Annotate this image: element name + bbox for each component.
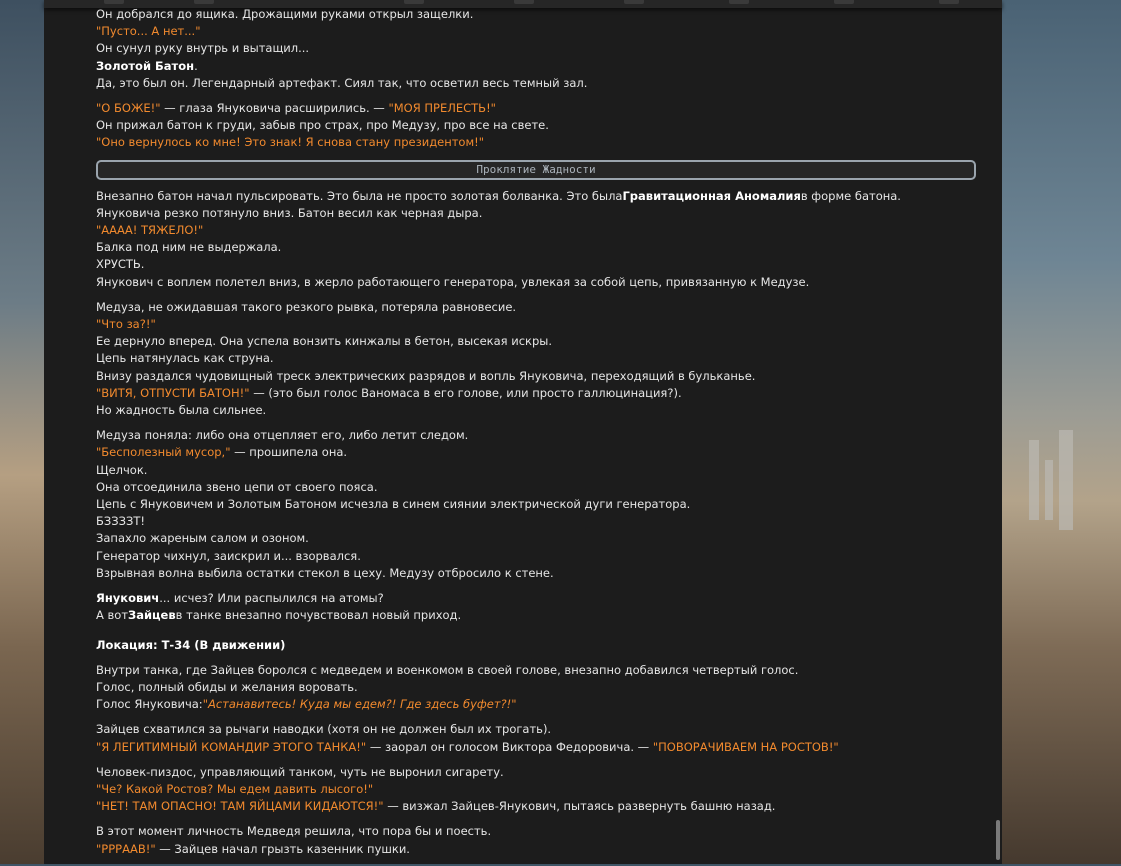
text-fragment: в танке внезапно почувствовал новый прих… xyxy=(175,608,462,623)
paragraph: Внутри танка, где Зайцев боролся с медве… xyxy=(96,662,976,714)
text-line: "О БОЖЕ!" — глаза Януковича расширились.… xyxy=(96,100,976,117)
text-line: Янукович с воплем полетел вниз, в жерло … xyxy=(96,274,810,289)
quote-line: "Что за?!" xyxy=(96,317,156,332)
text-fragment: А вот xyxy=(96,608,129,623)
background-right xyxy=(1001,0,1121,864)
text-line: Медуза поняла: либо она отцепляет его, л… xyxy=(96,428,469,443)
paragraph: Янукович... исчез? Или распылился на ато… xyxy=(96,590,976,624)
bold-text: Золотой Батон xyxy=(96,58,195,73)
text-line: Генератор чихнул, заискрил и... взорвалс… xyxy=(96,548,361,563)
text-line: Золотой Батон. xyxy=(96,58,976,75)
background-ruin xyxy=(1045,460,1053,520)
text-fragment: в форме батона. xyxy=(800,188,901,203)
quote: "ПОВОРАЧИВАЕМ НА РОСТОВ!" xyxy=(652,739,839,754)
story-panel: Он добрался до ящика. Дрожащими руками о… xyxy=(44,0,1002,864)
text-line: Он прижал батон к груди, забыв про страх… xyxy=(96,118,549,133)
text-line: Внутри танка, где Зайцев боролся с медве… xyxy=(96,662,799,677)
text-line: Голос, полный обиды и желания воровать. xyxy=(96,679,358,694)
text-line: ХРУСТЬ. xyxy=(96,257,145,272)
text-line: Запахло жареным салом и озоном. xyxy=(96,531,309,546)
text-line: В этот момент личность Медведя решила, ч… xyxy=(96,824,492,839)
text-fragment: — (это был голос Ваномаса в его голове, … xyxy=(249,385,682,400)
text-line: Янукович... исчез? Или распылился на ато… xyxy=(96,590,976,607)
quote-line: "Пусто... А нет..." xyxy=(96,24,201,39)
text-line: А вотЗайцевв танке внезапно почувствовал… xyxy=(96,607,976,624)
toolbar-icon[interactable] xyxy=(404,0,424,4)
text-line: Медуза, не ожидавшая такого резкого рывк… xyxy=(96,299,517,314)
text-line: Цепь с Януковичем и Золотым Батоном исче… xyxy=(96,497,691,512)
text-line: Он сунул руку внутрь и вытащил... xyxy=(96,41,310,56)
text-line: Да, это был он. Легендарный артефакт. Си… xyxy=(96,75,588,90)
paragraph: "О БОЖЕ!" — глаза Януковича расширились.… xyxy=(96,100,976,152)
paragraph: Человек-пиздос, управляющий танком, чуть… xyxy=(96,764,976,816)
text-line: Внизу раздался чудовищный треск электрич… xyxy=(96,368,756,383)
text-fragment: Внезапно батон начал пульсировать. Это б… xyxy=(96,188,623,203)
paragraph: Зайцев схватился за рычаги наводки (хотя… xyxy=(96,721,976,755)
quote: "Я ЛЕГИТИМНЫЙ КОМАНДИР ЭТОГО ТАНКА!" xyxy=(96,739,367,754)
text-line: "РРРААВ!" — Зайцев начал грызть казенник… xyxy=(96,841,976,858)
chapter-divider: Проклятие Жадности xyxy=(96,159,976,180)
toolbar-icon[interactable] xyxy=(729,0,749,4)
text-fragment: — прошипела она. xyxy=(230,445,348,460)
paragraph: Внезапно батон начал пульсировать. Это б… xyxy=(96,188,976,291)
toolbar-icon[interactable] xyxy=(939,0,959,4)
text-line: "Бесполезный мусор," — прошипела она. xyxy=(96,444,976,461)
quote: "НЕТ! ТАМ ОПАСНО! ТАМ ЯЙЦАМИ КИДАЮТСЯ!" xyxy=(96,799,384,814)
text-line: Она отсоединила звено цепи от своего поя… xyxy=(96,479,378,494)
bold-text: Гравитационная Аномалия xyxy=(622,188,801,203)
paragraph: Он добрался до ящика. Дрожащими руками о… xyxy=(96,6,976,92)
text-line: Ее дернуло вперед. Она успела вонзить ки… xyxy=(96,334,552,349)
text-line: Человек-пиздос, управляющий танком, чуть… xyxy=(96,764,504,779)
paragraph: Медуза поняла: либо она отцепляет его, л… xyxy=(96,427,976,582)
text-fragment: . xyxy=(194,58,198,73)
toolbar-icon[interactable] xyxy=(104,0,124,4)
text-line: Взрывная волна выбила остатки стекол в ц… xyxy=(96,565,554,580)
text-line: Зайцев схватился за рычаги наводки (хотя… xyxy=(96,722,552,737)
quote: "РРРААВ!" xyxy=(96,841,156,856)
quote: "Бесполезный мусор," xyxy=(96,445,231,460)
text-line: Голос Януковича:"Астанавитесь! Куда мы е… xyxy=(96,696,976,713)
text-line: Но жадность была сильнее. xyxy=(96,403,267,418)
background-left xyxy=(0,0,46,864)
quote-line: "Че? Какой Ростов? Мы едем давить лысого… xyxy=(96,781,374,796)
text-fragment: Голос Януковича: xyxy=(96,697,203,712)
text-line: Щелчок. xyxy=(96,462,148,477)
text-line: Внезапно батон начал пульсировать. Это б… xyxy=(96,188,976,205)
text-line: Он добрался до ящика. Дрожащими руками о… xyxy=(96,7,474,21)
text-line: Цепь натянулась как струна. xyxy=(96,351,274,366)
location-heading: Локация: Т-34 (В движении) xyxy=(96,637,286,652)
text-line: "ВИТЯ, ОТПУСТИ БАТОН!" — (это был голос … xyxy=(96,385,976,402)
quote: "Астанавитесь! Куда мы едем?! Где здесь … xyxy=(202,697,517,712)
bold-text: Янукович xyxy=(96,591,160,606)
quote: "О БОЖЕ!" xyxy=(96,101,161,116)
toolbar-icon[interactable] xyxy=(834,0,854,4)
text-line: БЗЗЗЗТ! xyxy=(96,514,146,529)
quote-line: "АААА! ТЯЖЕЛО!" xyxy=(96,223,204,238)
quote: "ВИТЯ, ОТПУСТИ БАТОН!" xyxy=(96,385,250,400)
text-line: "НЕТ! ТАМ ОПАСНО! ТАМ ЯЙЦАМИ КИДАЮТСЯ!" … xyxy=(96,798,976,815)
text-fragment: — глаза Януковича расширились. — xyxy=(160,101,389,116)
text-fragment: — визжал Зайцев-Янукович, пытаясь развер… xyxy=(383,799,776,814)
text-fragment: ... исчез? Или распылился на атомы? xyxy=(159,591,384,606)
bold-text: Зайцев xyxy=(128,608,176,623)
message-content: Он добрался до ящика. Дрожащими руками о… xyxy=(96,6,976,866)
text-line: Януковича резко потянуло вниз. Батон вес… xyxy=(96,205,483,220)
toolbar-icon[interactable] xyxy=(514,0,534,4)
quote-line: "Оно вернулось ко мне! Это знак! Я снова… xyxy=(96,135,485,150)
paragraph: В этот момент личность Медведя решила, ч… xyxy=(96,823,976,857)
text-fragment: — Зайцев начал грызть казенник пушки. xyxy=(155,841,410,856)
text-line: Балка под ним не выдержала. xyxy=(96,240,282,255)
toolbar-icon[interactable] xyxy=(624,0,644,4)
background-ruin xyxy=(1059,430,1073,530)
background-ruin xyxy=(1029,440,1039,520)
text-fragment: — заорал он голосом Виктора Федоровича. … xyxy=(366,739,653,754)
text-line: "Я ЛЕГИТИМНЫЙ КОМАНДИР ЭТОГО ТАНКА!" — з… xyxy=(96,739,976,756)
toolbar-icon[interactable] xyxy=(194,0,214,4)
quote: "МОЯ ПРЕЛЕСТЬ!" xyxy=(388,101,496,116)
paragraph: Медуза, не ожидавшая такого резкого рывк… xyxy=(96,299,976,419)
scrollbar-thumb[interactable] xyxy=(996,820,1000,860)
